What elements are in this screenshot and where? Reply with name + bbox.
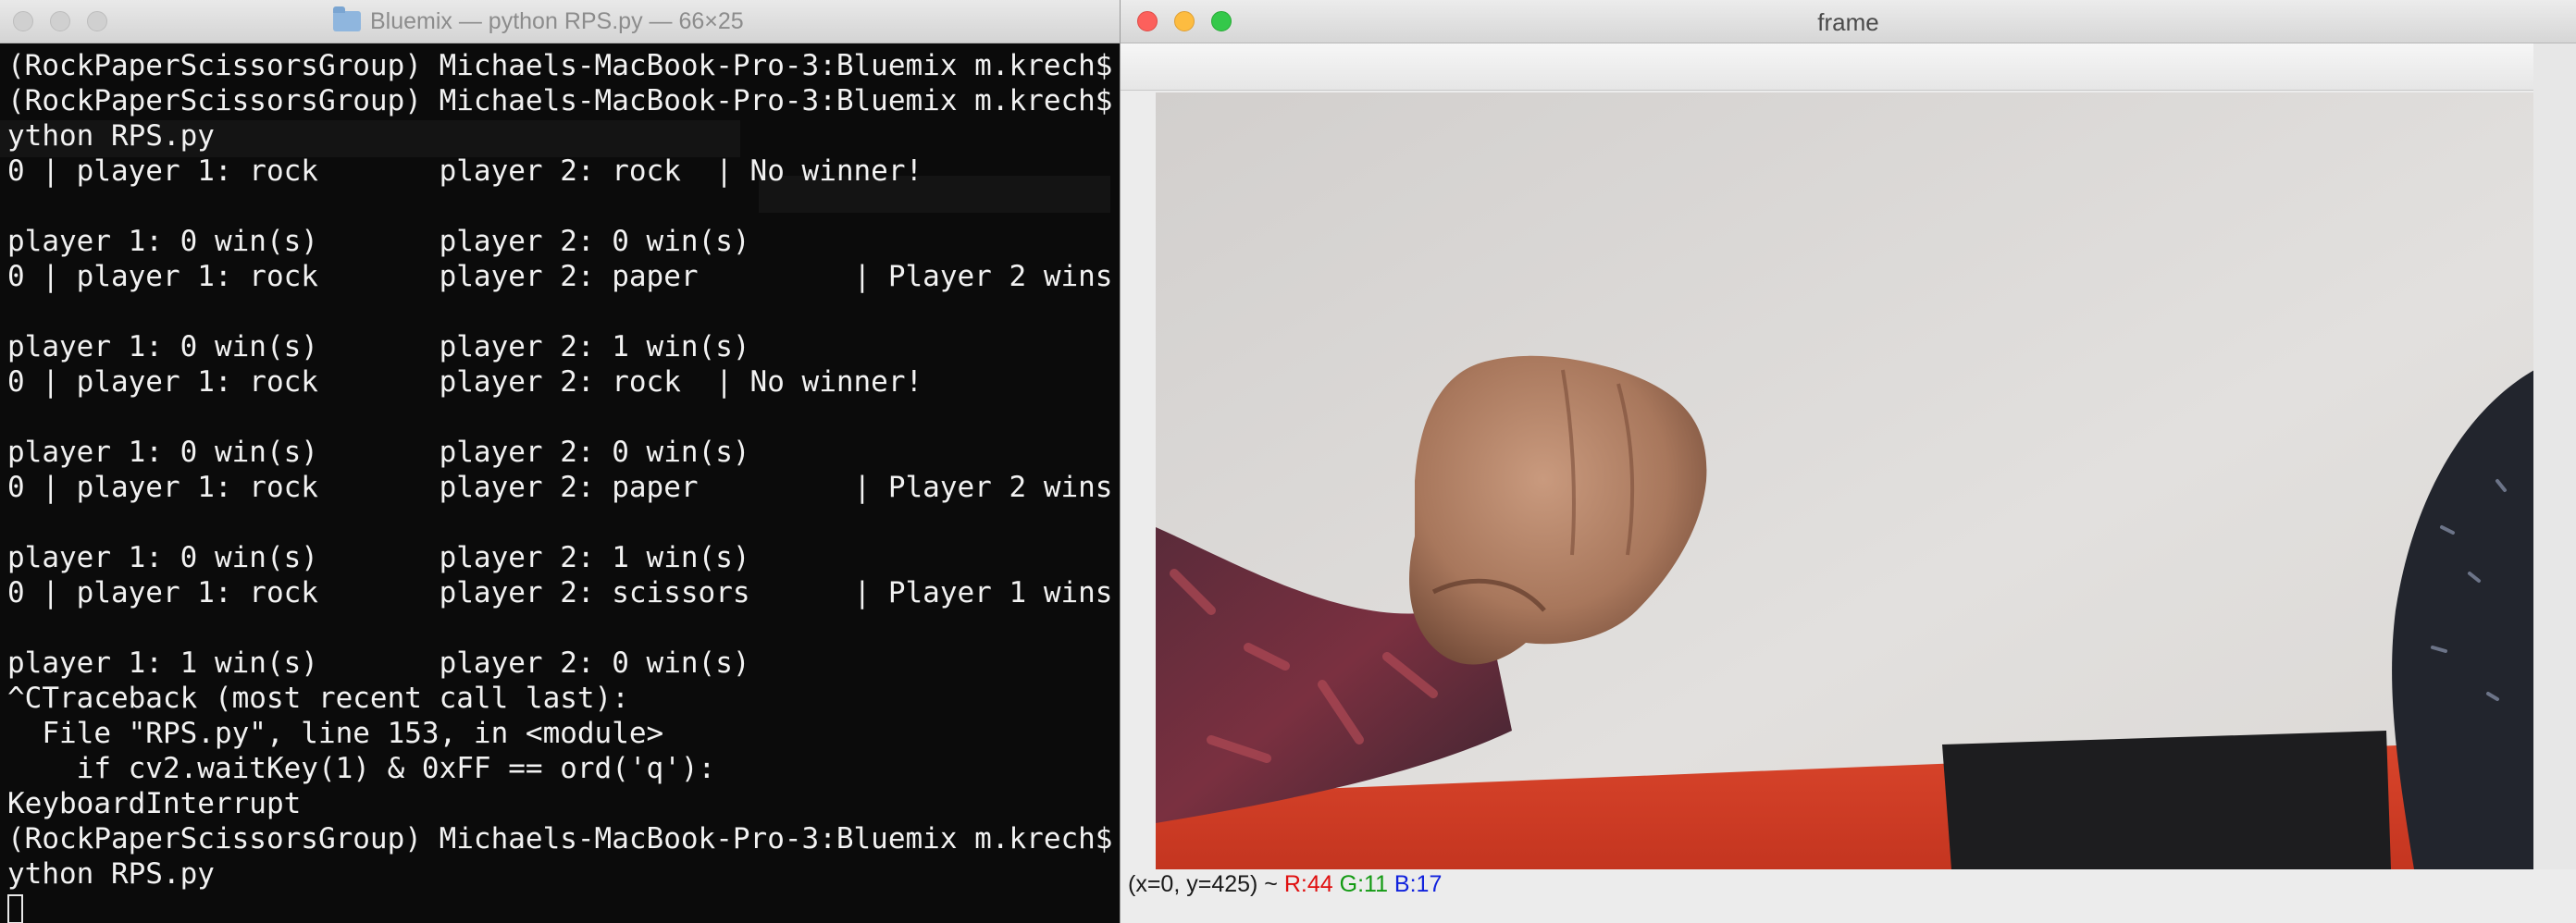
terminal-cursor-line[interactable] bbox=[7, 892, 1120, 923]
terminal-line: ython RPS.py bbox=[7, 119, 215, 153]
minimize-button[interactable] bbox=[50, 11, 70, 31]
terminal-line: 0 | player 1: rock player 2: rock | No w… bbox=[7, 365, 923, 399]
terminal-output[interactable]: (RockPaperScissorsGroup) Michaels-MacBoo… bbox=[7, 48, 1120, 923]
terminal-line: ^CTraceback (most recent call last): bbox=[7, 682, 629, 715]
terminal-line: player 1: 1 win(s) player 2: 0 win(s) bbox=[7, 646, 750, 680]
frame-title: frame bbox=[1817, 8, 1879, 36]
webcam-frame-image[interactable] bbox=[1156, 92, 2534, 869]
terminal-line: player 1: 0 win(s) player 2: 1 win(s) bbox=[7, 541, 750, 574]
folder-icon bbox=[333, 6, 361, 31]
red-value: R:44 bbox=[1283, 871, 1333, 897]
terminal-line: (RockPaperScissorsGroup) Michaels-MacBoo… bbox=[7, 49, 1113, 82]
terminal-line: player 1: 0 win(s) player 2: 0 win(s) bbox=[7, 225, 750, 258]
pixel-coords: (x=0, y=425) ~ bbox=[1128, 871, 1284, 897]
pixel-readout: (x=0, y=425) ~ R:44 G:11 B:17 bbox=[1128, 871, 1442, 905]
terminal-title: Bluemix — python RPS.py — 66×25 bbox=[333, 6, 744, 35]
frame-titlebar[interactable]: frame bbox=[1121, 0, 2576, 43]
terminal-line: File "RPS.py", line 153, in <module> bbox=[7, 717, 664, 750]
terminal-line: 0 | player 1: rock player 2: paper | Pla… bbox=[7, 471, 1120, 504]
terminal-line: ython RPS.py bbox=[7, 857, 215, 891]
zoom-button[interactable] bbox=[87, 11, 107, 31]
terminal-line: KeyboardInterrupt bbox=[7, 787, 302, 820]
terminal-line: 0 | player 1: rock player 2: paper | Pla… bbox=[7, 260, 1120, 293]
frame-scroll-edge bbox=[2533, 43, 2576, 869]
chair bbox=[1942, 731, 2391, 869]
terminal-line: 0 | player 1: rock player 2: rock | No w… bbox=[7, 154, 923, 188]
frame-window[interactable]: frame (x=0, y=425) ~ R:44 G:11 B:17 bbox=[1120, 0, 2576, 923]
terminal-cursor bbox=[7, 894, 23, 923]
terminal-line: player 1: 0 win(s) player 2: 1 win(s) bbox=[7, 330, 750, 363]
blue-value: B:17 bbox=[1393, 871, 1443, 897]
terminal-line: (RockPaperScissorsGroup) Michaels-MacBoo… bbox=[7, 822, 1120, 855]
terminal-line: player 1: 0 win(s) player 2: 0 win(s) bbox=[7, 436, 750, 469]
terminal-line: 0 | player 1: rock player 2: scissors | … bbox=[7, 576, 1120, 609]
terminal-title-text: Bluemix — python RPS.py — 66×25 bbox=[370, 7, 744, 34]
close-button[interactable] bbox=[13, 11, 33, 31]
terminal-line: if cv2.waitKey(1) & 0xFF == ord('q'): bbox=[7, 752, 716, 785]
terminal-line: (RockPaperScissorsGroup) Michaels-MacBoo… bbox=[7, 84, 1120, 117]
terminal-window[interactable]: Bluemix — python RPS.py — 66×25 (RockPap… bbox=[0, 0, 1120, 923]
terminal-titlebar[interactable]: Bluemix — python RPS.py — 66×25 bbox=[0, 0, 1120, 43]
frame-toolbar bbox=[1121, 43, 2576, 91]
green-value: G:11 bbox=[1339, 871, 1388, 897]
webcam-scene bbox=[1156, 92, 2534, 869]
